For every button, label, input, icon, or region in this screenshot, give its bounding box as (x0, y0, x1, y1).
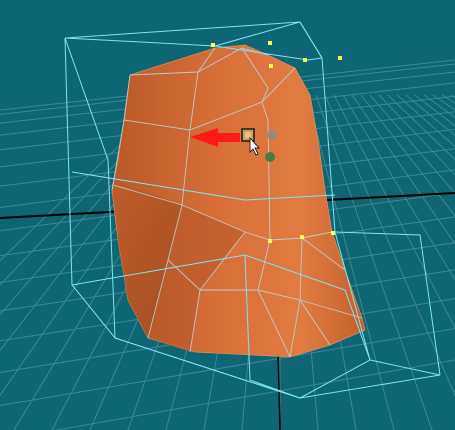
control-vertex[interactable] (300, 235, 304, 239)
control-vertex[interactable] (268, 239, 272, 243)
control-vertex[interactable] (268, 41, 272, 45)
selection-square-icon[interactable] (241, 128, 255, 142)
rotate-handle[interactable] (267, 130, 277, 140)
control-vertex[interactable] (211, 43, 215, 47)
control-vertex[interactable] (338, 56, 342, 60)
control-vertex[interactable] (269, 64, 273, 68)
3d-viewport[interactable] (0, 0, 455, 430)
control-vertex[interactable] (303, 58, 307, 62)
control-vertex[interactable] (331, 231, 335, 235)
viewport-canvas[interactable] (0, 0, 455, 430)
move-handle[interactable] (265, 152, 275, 162)
